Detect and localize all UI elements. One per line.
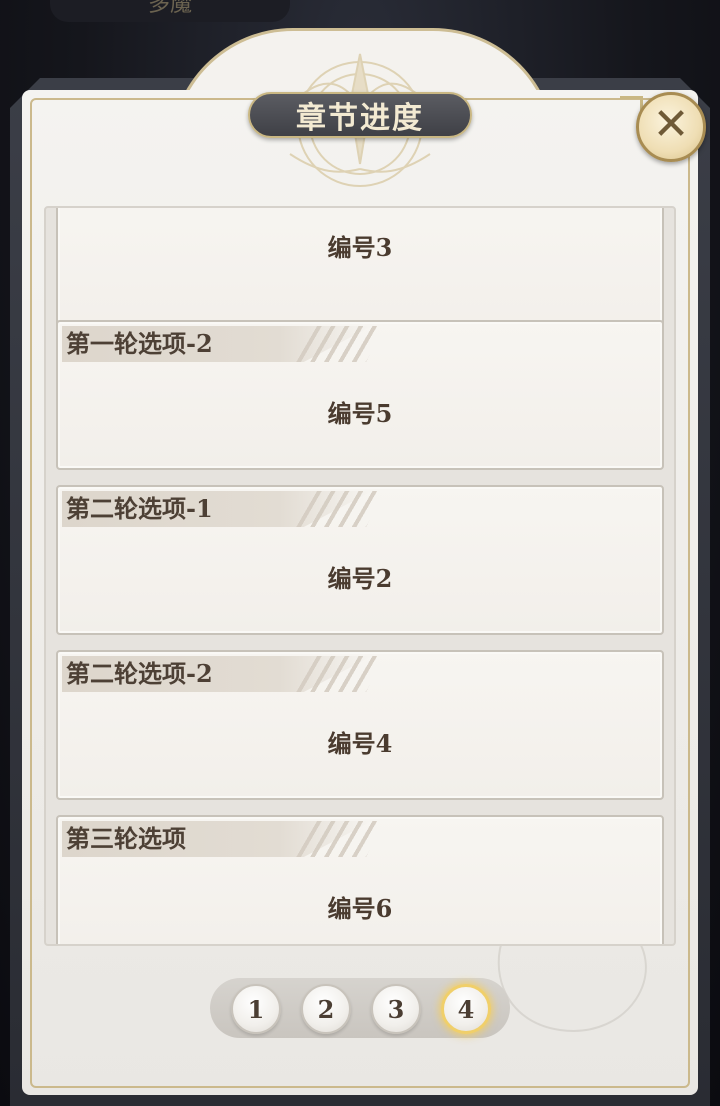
- list-item[interactable]: 第二轮选项-1 编号2: [56, 485, 664, 635]
- list-item[interactable]: 第三轮选项 编号6: [56, 815, 664, 944]
- card-code: 编号4: [327, 729, 393, 758]
- card-tag: 第二轮选项-1: [66, 494, 213, 523]
- card-code: 编号3: [327, 233, 393, 262]
- card-tag: 第三轮选项: [66, 824, 186, 853]
- list-item[interactable]: 第二轮选项-2 编号4: [56, 650, 664, 800]
- page-button-4[interactable]: 4: [441, 984, 491, 1034]
- card-code: 编号5: [327, 399, 393, 428]
- page-title-text: 章节进度: [296, 101, 424, 136]
- list-item[interactable]: 第一轮选项-2 编号5: [56, 320, 664, 470]
- chapter-list[interactable]: 编号3 第一轮选项-2 编号5 第二轮选项-1 编号2 第二轮选项-2 编号4 …: [44, 206, 676, 946]
- card-code: 编号6: [327, 894, 393, 923]
- close-button[interactable]: ✕: [636, 92, 706, 162]
- page-button-3[interactable]: 3: [371, 984, 421, 1034]
- background-tab-label: 多魔: [147, 0, 192, 17]
- page-title: 章节进度: [248, 92, 472, 138]
- card-code: 编号2: [327, 564, 393, 593]
- page-button-2[interactable]: 2: [301, 984, 351, 1034]
- background-tab: 多魔: [50, 0, 290, 22]
- close-icon: ✕: [652, 99, 690, 150]
- page-button-1[interactable]: 1: [231, 984, 281, 1034]
- card-tag: 第二轮选项-2: [66, 659, 213, 688]
- card-tag: 第一轮选项-2: [66, 329, 213, 358]
